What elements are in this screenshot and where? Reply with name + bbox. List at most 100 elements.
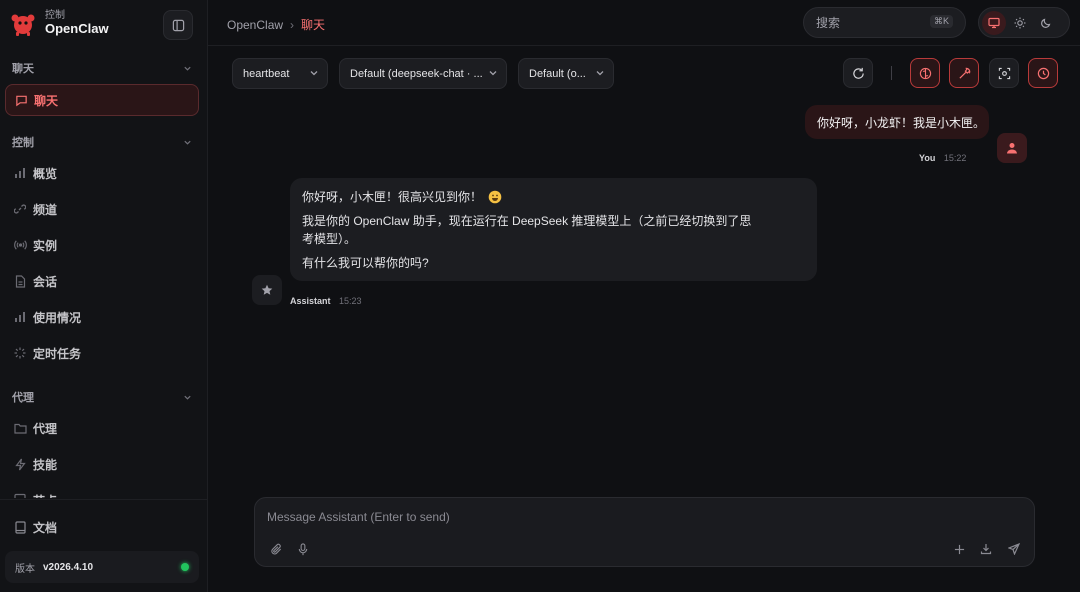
- link-icon: [13, 202, 27, 216]
- sidebar-item-usage[interactable]: 使用情况: [5, 301, 199, 333]
- section-chat-header[interactable]: 聊天: [12, 60, 192, 76]
- chat-icon: [14, 93, 28, 107]
- send-icon: [1008, 543, 1020, 555]
- theme-toggle: [978, 7, 1070, 38]
- tools-button[interactable]: [949, 58, 979, 88]
- section-agent-label: 代理: [12, 392, 34, 404]
- sidebar-item-label: 概览: [33, 166, 58, 181]
- chevron-down-icon: [183, 393, 192, 402]
- voice-button[interactable]: [296, 542, 310, 556]
- wrench-icon: [958, 67, 970, 79]
- focus-mode-button[interactable]: [989, 58, 1019, 88]
- monitor-icon: [988, 17, 1000, 29]
- sidebar-item-instances[interactable]: 实例: [5, 229, 199, 261]
- attach-button[interactable]: [269, 542, 283, 556]
- theme-dark-button[interactable]: [1034, 11, 1058, 35]
- star-icon: [261, 284, 273, 295]
- sidebar-item-sessions[interactable]: 会话: [5, 265, 199, 297]
- version-value: v2026.4.10: [43, 561, 94, 573]
- message-composer[interactable]: Message Assistant (Enter to send): [254, 497, 1035, 567]
- focus-icon: [998, 67, 1010, 79]
- model-select[interactable]: Default (deepseek-chat · ...: [339, 58, 507, 89]
- user-message-text: 你好呀，小龙虾！我是小木匣。: [817, 115, 986, 130]
- sidebar-item-label: 实例: [33, 238, 58, 253]
- assistant-line-2: 我是你的 OpenClaw 助手，现在运行在 DeepSeek 推理模型上（之前…: [302, 214, 752, 246]
- assistant-avatar: [252, 275, 282, 305]
- folder-icon: [13, 421, 27, 435]
- thinking-select[interactable]: Default (o...: [518, 58, 614, 89]
- sidebar-item-chat[interactable]: 聊天: [5, 84, 199, 116]
- sidebar-item-label: 代理: [33, 421, 58, 436]
- sidebar-item-agents[interactable]: 代理: [5, 412, 199, 444]
- refresh-icon: [852, 67, 864, 79]
- brand[interactable]: 控制 OpenClaw: [10, 10, 109, 37]
- section-control-header[interactable]: 控制: [12, 134, 192, 150]
- download-icon: [980, 544, 992, 555]
- sidebar-item-label: 技能: [33, 457, 58, 472]
- history-button[interactable]: [1028, 58, 1058, 88]
- plus-icon: [954, 544, 964, 554]
- assistant-message-meta: Assistant 15:23: [290, 296, 362, 306]
- sidebar-divider: [0, 499, 208, 500]
- theme-light-button[interactable]: [1008, 11, 1032, 35]
- chevron-down-icon: [309, 68, 319, 78]
- microphone-icon: [298, 542, 308, 555]
- assistant-line-1: 你好呀，小木匣！很高兴见到你！: [302, 190, 483, 204]
- new-session-button[interactable]: [952, 542, 966, 556]
- user-avatar: [997, 133, 1027, 163]
- section-agent-header[interactable]: 代理: [12, 389, 192, 405]
- assistant-line-3: 有什么我可以帮你的吗?: [302, 256, 429, 270]
- section-chat-label: 聊天: [12, 63, 34, 75]
- session-select[interactable]: heartbeat: [232, 58, 328, 89]
- sidebar-item-label: 定时任务: [33, 346, 82, 361]
- bar-chart-icon: [13, 310, 27, 324]
- sidebar-item-label: 会话: [33, 274, 58, 289]
- assistant-name: Assistant: [290, 296, 331, 306]
- user-message-meta: You 15:22: [919, 153, 966, 163]
- monitor-icon: [13, 492, 27, 498]
- sidebar-item-skills[interactable]: 技能: [5, 448, 199, 480]
- version-badge: 版本 v2026.4.10: [5, 551, 199, 583]
- sidebar-item-channels[interactable]: 频道: [5, 193, 199, 225]
- sidebar-toggle-icon: [172, 19, 184, 31]
- assistant-timestamp: 15:23: [339, 296, 362, 306]
- user-message-bubble: 你好呀，小龙虾！我是小木匣。: [805, 105, 989, 139]
- clock-icon: [1037, 67, 1049, 79]
- sidebar-item-label: 频道: [33, 202, 58, 217]
- message-input[interactable]: Message Assistant (Enter to send): [267, 510, 450, 524]
- bar-chart-icon: [13, 166, 27, 180]
- session-select-value: heartbeat: [243, 67, 290, 80]
- openclaw-logo-icon: [10, 11, 36, 37]
- toolbar-divider: [891, 66, 892, 80]
- breadcrumb: OpenClaw › 聊天: [227, 16, 325, 33]
- sidebar-item-overview[interactable]: 概览: [5, 157, 199, 189]
- brand-name: OpenClaw: [45, 21, 109, 36]
- smile-emoji-icon: [488, 190, 502, 204]
- sidebar-item-label: 文档: [33, 520, 58, 535]
- assistant-message-bubble: 你好呀，小木匣！很高兴见到你！ 我是你的 OpenClaw 助手，现在运行在 D…: [290, 178, 817, 281]
- search-placeholder: 搜索: [816, 16, 841, 30]
- sidebar-item-nodes[interactable]: 节点: [5, 484, 199, 498]
- brain-icon: [919, 67, 931, 79]
- theme-system-button[interactable]: [982, 11, 1006, 35]
- assistant-message-line: 你好呀，小木匣！很高兴见到你！: [302, 188, 805, 206]
- version-label: 版本: [15, 563, 35, 575]
- thinking-toggle-button[interactable]: [910, 58, 940, 88]
- section-control-label: 控制: [12, 137, 34, 149]
- send-button[interactable]: [1007, 542, 1021, 556]
- breadcrumb-root[interactable]: OpenClaw: [227, 18, 283, 32]
- search-input[interactable]: 搜索 ⌘K: [803, 7, 966, 38]
- sidebar-item-docs[interactable]: 文档: [5, 511, 199, 543]
- brand-subtitle: 控制: [45, 10, 65, 21]
- breadcrumb-current: 聊天: [301, 18, 326, 32]
- topbar: OpenClaw › 聊天 搜索 ⌘K: [208, 0, 1080, 46]
- sidebar-item-cron[interactable]: 定时任务: [5, 337, 199, 369]
- status-dot: [181, 563, 189, 571]
- refresh-button[interactable]: [843, 58, 873, 88]
- broadcast-icon: [13, 238, 27, 252]
- paperclip-icon: [270, 543, 281, 554]
- loader-icon: [13, 346, 27, 360]
- export-button[interactable]: [979, 542, 993, 556]
- user-name: You: [919, 153, 936, 163]
- collapse-sidebar-button[interactable]: [163, 10, 193, 40]
